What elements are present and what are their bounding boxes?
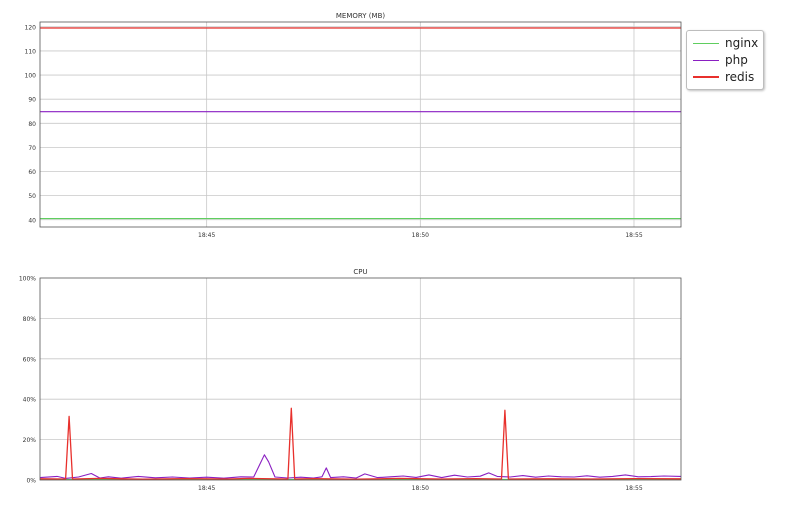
y-tick-label: 60% — [23, 356, 37, 363]
y-tick-label: 40% — [23, 397, 37, 404]
x-tick-label: 18:50 — [412, 232, 429, 239]
y-tick-label: 100 — [25, 73, 37, 80]
y-tick-label: 50 — [28, 193, 36, 200]
series-line-php — [39, 454, 682, 479]
legend-label-nginx: nginx — [725, 36, 759, 50]
legend-item-nginx: nginx — [693, 35, 758, 51]
legend-label-php: php — [725, 53, 748, 67]
legend-swatch-nginx — [693, 42, 719, 44]
dashboard-charts: 40 50 60 70 80 90 100 110 120 18:45 18:50 18:55 MEMO… — [19, 12, 682, 492]
y-tick-label: 70 — [28, 145, 36, 152]
y-tick-label: 80% — [23, 316, 37, 323]
chart-title: MEMORY (MB) — [336, 12, 386, 20]
y-tick-label: 40 — [28, 217, 36, 224]
y-tick-label: 110 — [25, 48, 37, 55]
legend-item-redis: redis — [693, 69, 754, 85]
x-tick-label: 18:55 — [625, 232, 642, 239]
legend-item-php: php — [693, 52, 748, 68]
legend: nginx php redis — [686, 30, 764, 90]
y-tick-label: 90 — [28, 97, 36, 104]
x-tick-label: 18:45 — [198, 232, 215, 239]
plot-frame — [39, 277, 682, 481]
series-line-redis — [39, 407, 682, 480]
y-tick-label: 0% — [26, 478, 36, 485]
legend-swatch-php — [693, 59, 719, 61]
y-tick-label: 100% — [19, 276, 36, 283]
plot-frame — [39, 21, 682, 228]
x-tick-label: 18:50 — [412, 485, 429, 492]
y-tick-label: 20% — [23, 437, 37, 444]
legend-swatch-redis — [693, 76, 719, 78]
x-tick-label: 18:55 — [625, 485, 642, 492]
y-tick-label: 80 — [28, 121, 36, 128]
y-tick-label: 120 — [25, 24, 37, 31]
x-tick-label: 18:45 — [198, 485, 215, 492]
chart-cpu: 0% 20% 40% 60% 80% 100% 18:45 18:50 18:55 CPU — [19, 268, 682, 492]
chart-memory: 40 50 60 70 80 90 100 110 120 18:45 18:50 18:55 MEMO… — [25, 12, 682, 239]
y-tick-label: 60 — [28, 169, 36, 176]
chart-title: CPU — [353, 268, 367, 276]
legend-label-redis: redis — [725, 70, 755, 84]
